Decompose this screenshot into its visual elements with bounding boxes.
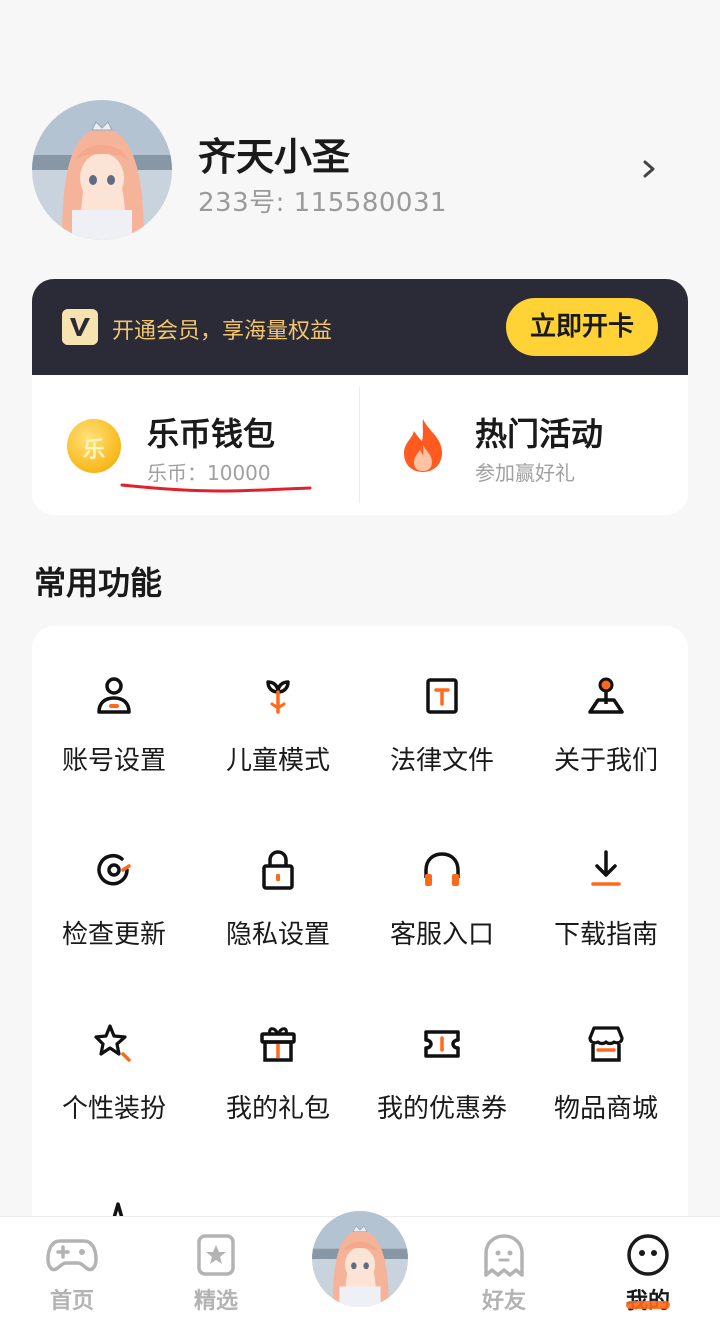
func-about-us[interactable]: 关于我们 bbox=[524, 666, 688, 840]
func-label: 隐私设置 bbox=[225, 920, 330, 950]
map-pin-icon bbox=[588, 677, 624, 714]
func-account-settings[interactable]: 账号设置 bbox=[32, 666, 196, 840]
func-my-gift[interactable]: 我的礼包 bbox=[196, 1014, 360, 1188]
fire-icon bbox=[404, 419, 442, 472]
func-customer-service[interactable]: 客服入口 bbox=[360, 840, 524, 1014]
red-underline-annotation bbox=[120, 483, 312, 493]
func-my-coupons[interactable]: 我的优惠券 bbox=[360, 1014, 524, 1188]
smile-face-icon bbox=[627, 1234, 669, 1276]
gift-icon bbox=[260, 1027, 296, 1062]
wallet-title: 乐币钱包 bbox=[147, 415, 276, 453]
download-icon bbox=[591, 850, 621, 886]
user-id: 233号: 115580031 bbox=[198, 188, 448, 218]
nav-label: 精选 bbox=[193, 1289, 238, 1314]
vip-logo-icon bbox=[62, 309, 98, 345]
nav-mine[interactable]: 我的 bbox=[576, 1217, 720, 1330]
profile-header[interactable]: 齐天小圣 233号: 115580031 bbox=[32, 98, 688, 240]
func-label: 我的礼包 bbox=[225, 1094, 330, 1124]
nav-home[interactable]: 首页 bbox=[0, 1217, 144, 1330]
chevron-right-icon[interactable] bbox=[638, 154, 660, 184]
nav-label: 我的 bbox=[576, 1283, 720, 1315]
func-item-store[interactable]: 物品商城 bbox=[524, 1014, 688, 1188]
user-icon bbox=[97, 677, 131, 714]
func-personal-dressup[interactable]: 个性装扮 bbox=[32, 1014, 196, 1188]
section-title: 常用功能 bbox=[34, 564, 163, 602]
nav-featured[interactable]: 精选 bbox=[144, 1217, 288, 1330]
func-privacy-settings[interactable]: 隐私设置 bbox=[196, 840, 360, 1014]
func-label: 关于我们 bbox=[553, 746, 658, 776]
func-label: 客服入口 bbox=[389, 920, 494, 950]
func-label: 账号设置 bbox=[61, 746, 166, 776]
active-indicator bbox=[626, 1301, 670, 1309]
open-vip-button[interactable]: 立即开卡 bbox=[506, 298, 658, 356]
nav-friends[interactable]: 好友 bbox=[432, 1217, 576, 1330]
user-name: 齐天小圣 bbox=[198, 135, 351, 179]
func-label: 法律文件 bbox=[389, 746, 494, 776]
wallet-entry[interactable]: 乐 乐币钱包 乐币：10000 bbox=[32, 375, 359, 515]
nav-label: 首页 bbox=[49, 1289, 94, 1314]
coin-icon: 乐 bbox=[67, 419, 121, 473]
nav-label: 好友 bbox=[481, 1289, 526, 1314]
headset-icon bbox=[424, 852, 460, 886]
refresh-icon bbox=[97, 853, 131, 886]
partial-next-row-icon bbox=[112, 1202, 124, 1218]
document-icon bbox=[426, 678, 458, 714]
star-badge-icon bbox=[197, 1234, 235, 1276]
vip-banner[interactable]: 开通会员，享海量权益 立即开卡 bbox=[32, 279, 688, 375]
func-label: 儿童模式 bbox=[225, 746, 330, 776]
hot-activity-subtitle: 参加赢好礼 bbox=[475, 461, 575, 485]
vip-promo-text: 开通会员，享海量权益 bbox=[112, 319, 333, 344]
func-check-update[interactable]: 检查更新 bbox=[32, 840, 196, 1014]
func-legal-documents[interactable]: 法律文件 bbox=[360, 666, 524, 840]
func-label: 我的优惠券 bbox=[376, 1094, 507, 1124]
avatar[interactable] bbox=[32, 100, 172, 240]
func-download-guide[interactable]: 下载指南 bbox=[524, 840, 688, 1014]
nav-center-avatar[interactable] bbox=[312, 1211, 408, 1307]
store-icon bbox=[588, 1026, 624, 1062]
func-label: 物品商城 bbox=[553, 1094, 658, 1124]
coupon-icon bbox=[424, 1030, 460, 1058]
member-card: 开通会员，享海量权益 立即开卡 乐 乐币钱包 乐币：10000 热门活动 参加赢… bbox=[32, 279, 688, 515]
hot-activity-entry[interactable]: 热门活动 参加赢好礼 bbox=[360, 375, 688, 515]
func-label: 下载指南 bbox=[553, 920, 658, 950]
lock-icon bbox=[262, 850, 294, 890]
func-label: 个性装扮 bbox=[61, 1094, 166, 1124]
sprout-icon bbox=[266, 680, 290, 714]
func-kids-mode[interactable]: 儿童模式 bbox=[196, 666, 360, 840]
gamepad-icon bbox=[46, 1239, 98, 1272]
ghost-icon bbox=[484, 1234, 524, 1277]
hot-activity-title: 热门活动 bbox=[475, 415, 604, 453]
star-wand-icon bbox=[94, 1024, 131, 1062]
func-label: 检查更新 bbox=[61, 920, 166, 950]
